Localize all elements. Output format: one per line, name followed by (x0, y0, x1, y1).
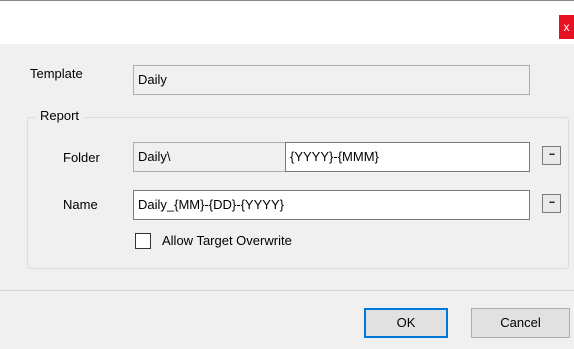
close-icon: x (563, 20, 570, 34)
allow-overwrite-checkbox[interactable] (135, 233, 151, 249)
template-field: Daily (133, 65, 530, 95)
folder-browse-button[interactable]: ... (542, 146, 561, 165)
report-group-label: Report (35, 108, 85, 124)
name-input[interactable]: Daily_{MM}-{DD}-{YYYY} (133, 190, 530, 220)
allow-overwrite-label[interactable]: Allow Target Overwrite (162, 233, 292, 249)
close-button[interactable]: x (559, 15, 574, 39)
folder-base-field: Daily\ (133, 142, 286, 172)
dialog-window: x Template Daily Report Folder Daily\ {Y… (0, 0, 574, 349)
name-label: Name (63, 197, 98, 212)
title-bar: x (0, 0, 574, 44)
cancel-button[interactable]: Cancel (471, 308, 570, 338)
template-label: Template (30, 66, 83, 81)
footer-separator (0, 290, 574, 291)
name-browse-button[interactable]: ... (542, 194, 561, 213)
folder-label: Folder (63, 150, 100, 165)
folder-pattern-input[interactable]: {YYYY}-{MMM} (285, 142, 530, 172)
ok-button[interactable]: OK (364, 308, 448, 338)
